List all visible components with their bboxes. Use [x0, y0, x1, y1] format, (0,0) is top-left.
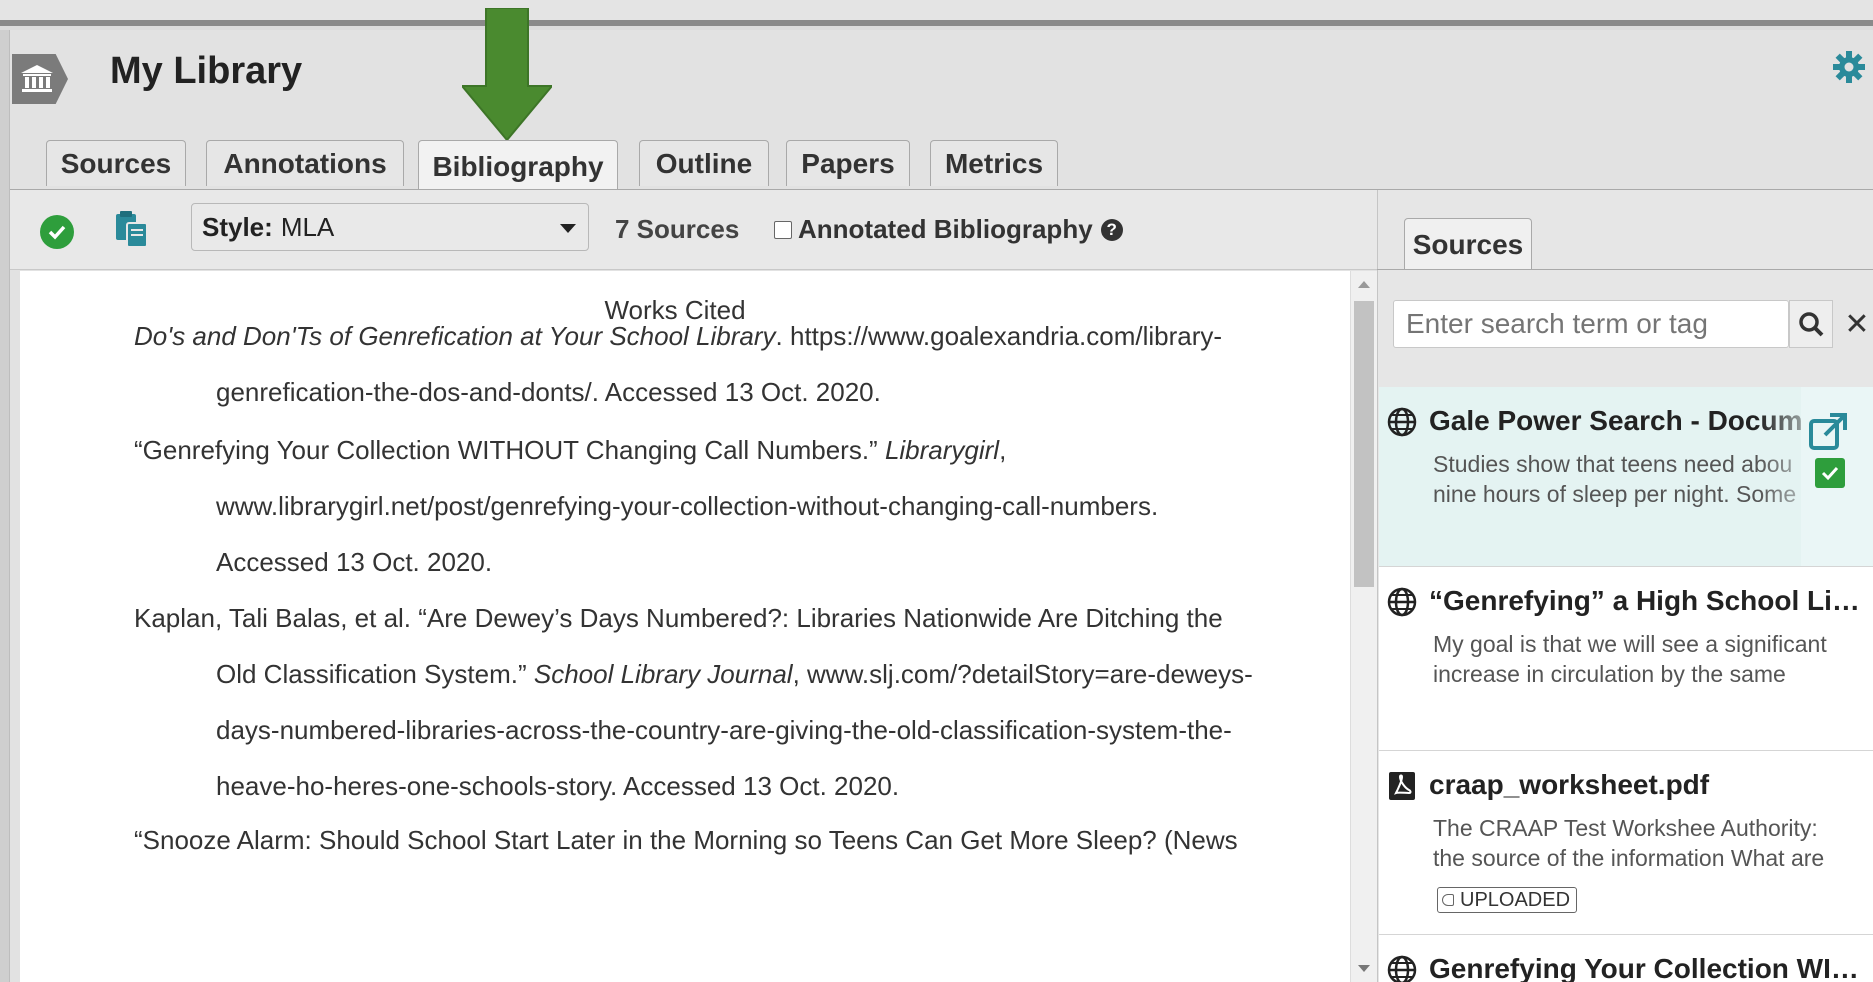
scroll-down-icon[interactable] — [1358, 965, 1370, 972]
copy-icon[interactable] — [115, 211, 149, 249]
source-snippet: My goal is that we will see a significan… — [1433, 631, 1827, 687]
checkbox-checked-icon[interactable] — [1815, 458, 1845, 488]
works-cited-document: Works Cited Do's and Don'Ts of Genrefica… — [20, 271, 1350, 982]
search-button[interactable] — [1789, 300, 1833, 348]
source-title[interactable]: craap_worksheet.pdf — [1429, 769, 1709, 801]
tab-papers[interactable]: Papers — [786, 140, 910, 186]
document-scrollbar[interactable] — [1350, 271, 1377, 982]
citation-container: Librarygirl — [884, 435, 1000, 465]
source-card[interactable]: craap_worksheet.pdf The CRAAP Test Works… — [1379, 751, 1873, 935]
globe-icon — [1387, 407, 1417, 437]
annotated-bibliography-toggle[interactable]: Annotated Bibliography ? — [774, 214, 1123, 245]
source-card[interactable]: Gale Power Search - Docume Studies show … — [1379, 387, 1873, 567]
external-link-icon[interactable] — [1808, 412, 1848, 452]
tab-metrics[interactable]: Metrics — [930, 140, 1058, 186]
source-card[interactable]: Genrefying Your Collection WI… — [1379, 935, 1873, 982]
help-icon[interactable]: ? — [1100, 218, 1123, 241]
search-icon — [1799, 312, 1824, 337]
sidebar-tab-divider — [1377, 269, 1873, 270]
page-title: My Library — [110, 50, 303, 92]
citation-entry: “Genrefying Your Collection WITHOUT Chan… — [134, 417, 1334, 595]
close-icon[interactable]: ✕ — [1842, 300, 1872, 348]
uploaded-tag[interactable]: UPLOADED — [1437, 887, 1578, 913]
search-input[interactable] — [1393, 300, 1789, 348]
pdf-icon — [1389, 772, 1415, 800]
style-label: Style: — [202, 211, 273, 242]
chevron-down-icon — [560, 224, 576, 233]
citation-text: “Genrefying Your Collection WITHOUT Chan… — [134, 435, 885, 465]
tab-outline[interactable]: Outline — [639, 140, 769, 186]
citation-title: Do's and Don'Ts of Genrefication at Your… — [134, 321, 776, 351]
source-title[interactable]: Genrefying Your Collection WI… — [1429, 953, 1859, 982]
citation-text: . https://www.goalexandria.com/library- — [775, 321, 1223, 351]
citation-entry: “Snooze Alarm: Should School Start Later… — [134, 807, 1334, 873]
source-count: 7 Sources — [615, 214, 740, 244]
source-card[interactable]: “Genrefying” a High School Li… My goal i… — [1379, 567, 1873, 751]
gear-icon[interactable] — [1832, 50, 1866, 84]
tab-annotations[interactable]: Annotations — [206, 140, 404, 186]
source-title[interactable]: “Genrefying” a High School Li… — [1429, 585, 1860, 617]
source-snippet: The CRAAP Test Workshee Authority: the s… — [1433, 815, 1825, 871]
annotated-checkbox[interactable] — [774, 220, 792, 239]
tab-sources[interactable]: Sources — [46, 140, 186, 186]
citation-entry: Kaplan, Tali Balas, et al. “Are Dewey’s … — [134, 585, 1334, 819]
left-edge — [0, 30, 10, 982]
annotated-label: Annotated Bibliography — [798, 214, 1093, 244]
globe-icon — [1387, 587, 1417, 617]
globe-icon — [1387, 955, 1417, 982]
scroll-up-icon[interactable] — [1358, 281, 1370, 288]
citation-line: “Snooze Alarm: Should School Start Later… — [134, 825, 1238, 855]
pointer-arrow — [462, 8, 552, 140]
scroll-thumb[interactable] — [1354, 301, 1374, 587]
check-circle-icon[interactable] — [40, 215, 74, 249]
tab-sidebar-sources[interactable]: Sources — [1404, 218, 1532, 270]
top-strip — [0, 0, 1873, 26]
citation-container: School Library Journal — [533, 659, 793, 689]
style-value: MLA — [280, 211, 335, 242]
citation-style-select[interactable]: Style: MLA — [191, 203, 589, 251]
tab-bibliography[interactable]: Bibliography — [418, 140, 618, 192]
citation-entry: Do's and Don'Ts of Genrefication at Your… — [134, 303, 1334, 425]
